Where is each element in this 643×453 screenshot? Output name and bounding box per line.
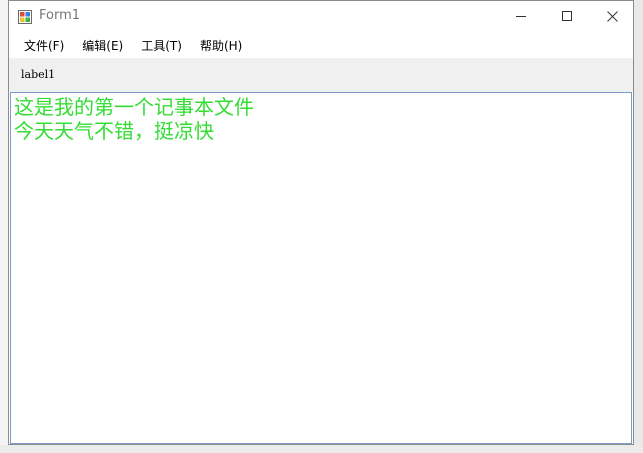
maximize-icon	[561, 11, 572, 21]
form-window: Form1 文件(F) 编辑(E) 工具(T) 帮助(H) label1 这是我…	[8, 0, 634, 445]
maximize-button[interactable]	[544, 1, 590, 32]
window-title: Form1	[39, 8, 81, 23]
ide-right-edge	[634, 0, 643, 453]
menu-help[interactable]: 帮助(H)	[191, 34, 251, 57]
editor-line-1: 这是我的第一个记事本文件	[14, 95, 254, 119]
menu-bar: 文件(F) 编辑(E) 工具(T) 帮助(H)	[9, 32, 633, 58]
title-bar[interactable]: Form1	[9, 1, 633, 32]
toolbar-strip: label1	[9, 58, 633, 92]
editor-textbox[interactable]: 这是我的第一个记事本文件 今天天气不错，挺凉快	[10, 92, 632, 444]
minimize-icon	[515, 16, 526, 17]
status-label: label1	[21, 68, 56, 81]
minimize-button[interactable]	[498, 1, 544, 32]
close-icon	[606, 11, 618, 22]
ide-bottom-edge	[0, 445, 643, 453]
menu-tools[interactable]: 工具(T)	[132, 34, 191, 57]
winforms-app-icon	[18, 10, 32, 24]
menu-edit[interactable]: 编辑(E)	[73, 34, 132, 57]
editor-line-2: 今天天气不错，挺凉快	[14, 119, 214, 143]
menu-file[interactable]: 文件(F)	[15, 34, 73, 57]
close-button[interactable]	[589, 1, 635, 32]
